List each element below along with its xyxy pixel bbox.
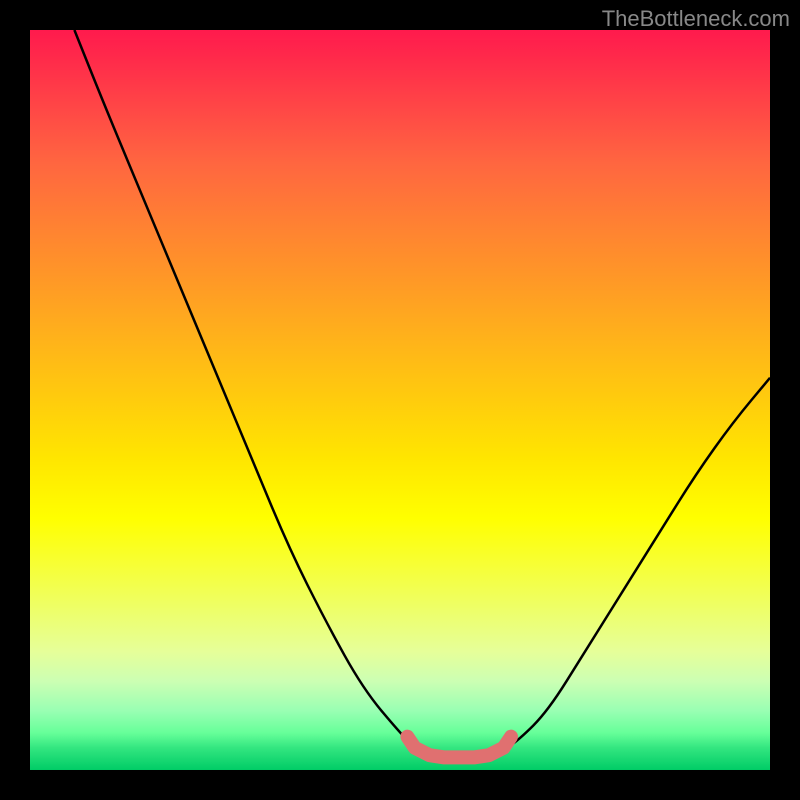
optimal-zone-marker-path: [407, 737, 511, 758]
bottleneck-curve-path: [74, 30, 770, 759]
chart-container: TheBottleneck.com: [0, 0, 800, 800]
watermark-text: TheBottleneck.com: [602, 6, 790, 32]
chart-svg: [30, 30, 770, 770]
plot-area: [30, 30, 770, 770]
